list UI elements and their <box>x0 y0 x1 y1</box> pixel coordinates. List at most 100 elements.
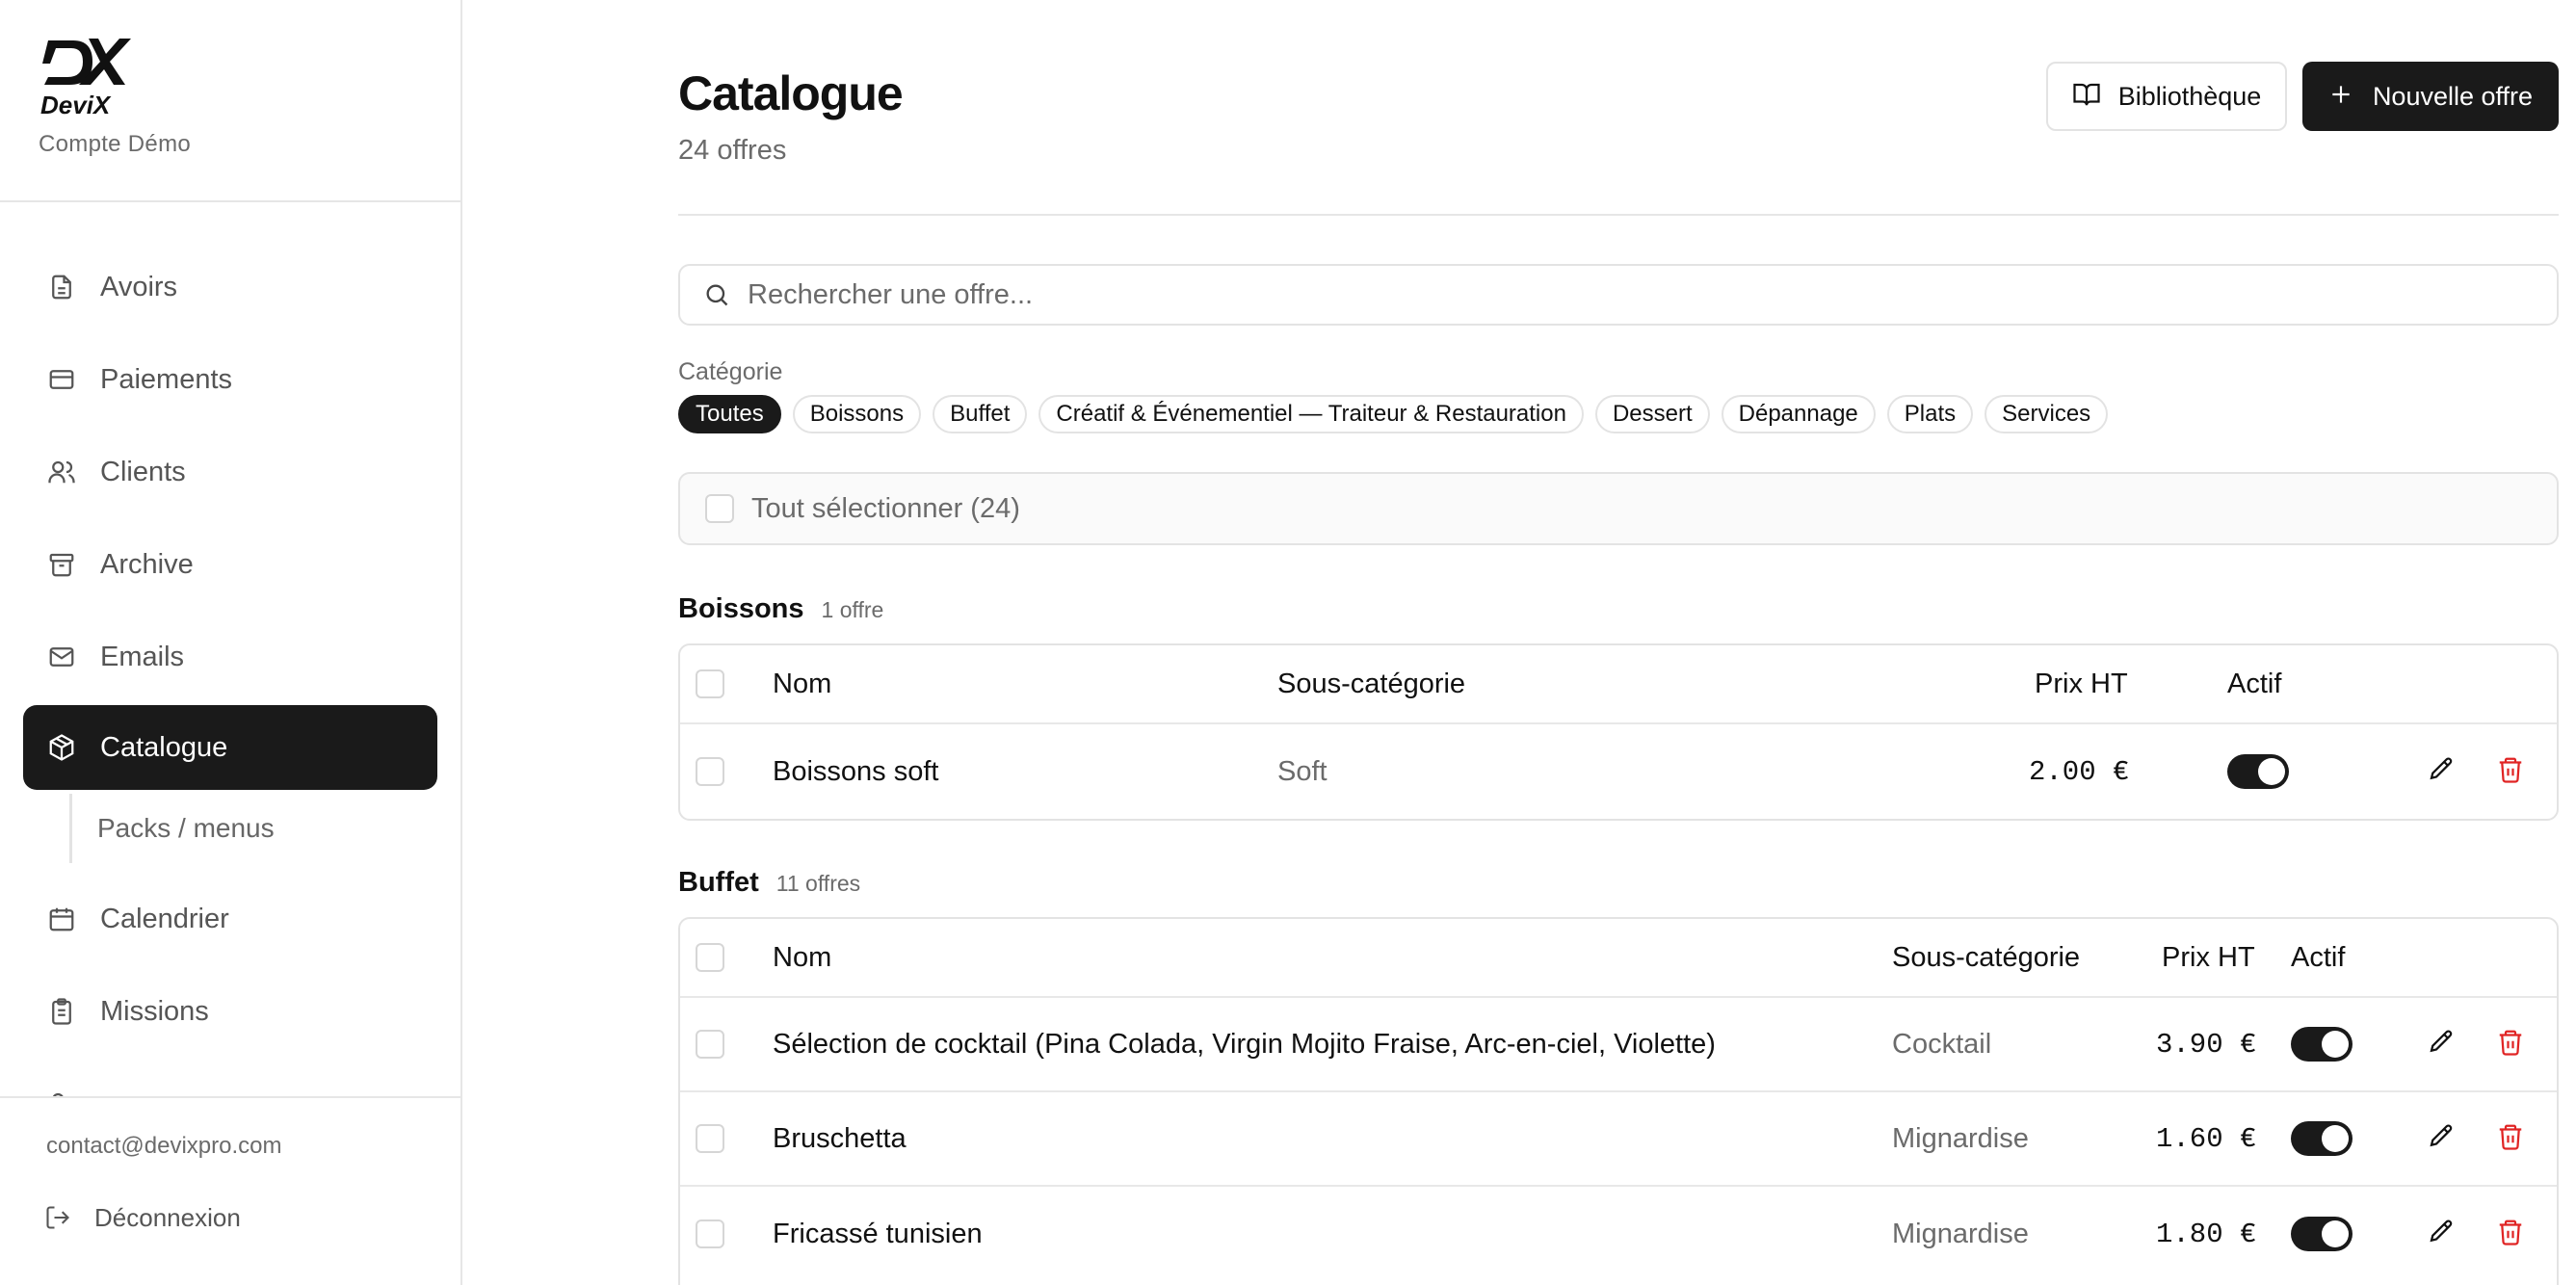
header-checkbox-cell <box>696 645 724 722</box>
table-row: Sélection de cocktail (Pina Colada, Virg… <box>680 998 2557 1092</box>
sidebar-item-avoirs[interactable]: Avoirs <box>23 245 437 329</box>
table-row: Boissons soft Soft 2.00 € <box>680 724 2557 819</box>
devix-logo[interactable]: DeviX <box>39 35 135 119</box>
sidebar-item-hidden-next[interactable] <box>23 1062 437 1096</box>
users-icon <box>44 1087 79 1096</box>
sidebar-item-paiements[interactable]: Paiements <box>23 337 437 422</box>
search-icon <box>701 279 732 310</box>
row-checkbox-cell <box>696 998 724 1090</box>
active-toggle[interactable] <box>2291 1217 2353 1251</box>
group-count: 11 offres <box>775 871 861 896</box>
delete-button[interactable] <box>2491 1025 2530 1063</box>
sidebar-nav: Avoirs Paiements Clients Archive Emails <box>0 202 460 1096</box>
chip-dessert[interactable]: Dessert <box>1594 395 1710 433</box>
table-row: Fricassé tunisien Mignardise 1.80 € <box>680 1187 2557 1281</box>
delete-cell <box>2491 998 2530 1090</box>
plus-icon <box>2328 82 2353 112</box>
delete-button[interactable] <box>2491 1215 2530 1253</box>
new-offer-button[interactable]: Nouvelle offre <box>2302 62 2559 131</box>
trash-icon <box>2496 1218 2525 1251</box>
sidebar-item-label: Catalogue <box>100 731 228 763</box>
column-header-price: Prix HT <box>2035 668 2128 699</box>
chip-creatif-evenementiel[interactable]: Créatif & Événementiel — Traiteur & Rest… <box>1038 395 1584 433</box>
delete-cell <box>2491 1092 2530 1185</box>
edit-button[interactable] <box>2422 752 2460 791</box>
chip-boissons[interactable]: Boissons <box>792 395 922 433</box>
row-checkbox[interactable] <box>696 1124 724 1153</box>
group-name: Buffet <box>678 867 759 898</box>
sidebar-item-calendrier[interactable]: Calendrier <box>23 877 437 961</box>
trash-icon <box>2496 1028 2525 1062</box>
sidebar-item-missions[interactable]: Missions <box>23 969 437 1054</box>
offer-price: 2.00 € <box>2029 755 2130 788</box>
search-input[interactable] <box>748 278 2482 311</box>
group-select-checkbox[interactable] <box>696 943 724 972</box>
divider <box>678 214 2559 216</box>
sidebar-subitem-packs-menus[interactable]: Packs / menus <box>69 794 435 863</box>
group-select-checkbox[interactable] <box>696 669 724 698</box>
chip-services[interactable]: Services <box>1985 395 2109 433</box>
offers-table-buffet: Nom Sous-catégorie Prix HT Actif Sélecti… <box>678 917 2559 1285</box>
clipboard-icon <box>44 994 79 1029</box>
group-header-buffet: Buffet 11 offres <box>678 867 860 899</box>
library-button-label: Bibliothèque <box>2117 81 2262 111</box>
group-count: 1 offre <box>821 597 884 622</box>
select-all-checkbox[interactable] <box>705 494 734 523</box>
offer-subcategory: Mignardise <box>1892 1122 2029 1154</box>
table-header-row: Nom Sous-catégorie Prix HT Actif <box>680 645 2557 724</box>
toggle-knob <box>2258 758 2285 785</box>
sidebar-item-catalogue[interactable]: Catalogue <box>23 705 437 790</box>
offer-name: Fricassé tunisien <box>773 1218 983 1249</box>
edit-button[interactable] <box>2422 1025 2460 1063</box>
category-chips: Toutes Boissons Buffet Créatif & Événeme… <box>678 395 2109 433</box>
active-cell <box>2291 998 2353 1090</box>
active-toggle[interactable] <box>2291 1121 2353 1156</box>
edit-button[interactable] <box>2422 1119 2460 1158</box>
library-button[interactable]: Bibliothèque <box>2046 62 2287 131</box>
trash-icon <box>2496 755 2525 789</box>
sidebar-item-hidden[interactable] <box>23 202 437 231</box>
active-toggle[interactable] <box>2291 1027 2353 1062</box>
table-row: Bruschetta Mignardise 1.60 € <box>680 1092 2557 1187</box>
chip-plats[interactable]: Plats <box>1886 395 1974 433</box>
archive-icon <box>44 547 79 582</box>
sidebar-item-label: Calendrier <box>100 903 229 934</box>
logout-button[interactable]: Déconnexion <box>42 1202 241 1233</box>
new-offer-button-label: Nouvelle offre <box>2372 81 2534 111</box>
sidebar-item-archive[interactable]: Archive <box>23 522 437 607</box>
search-bar <box>678 264 2559 326</box>
offer-name: Boissons soft <box>773 755 939 787</box>
toggle-knob <box>2322 1220 2349 1247</box>
delete-cell <box>2491 1187 2530 1281</box>
offer-price: 1.80 € <box>2156 1218 2257 1250</box>
row-checkbox-cell <box>696 724 724 819</box>
select-all-label: Tout sélectionner (24) <box>751 492 1020 524</box>
sidebar-item-clients[interactable]: Clients <box>23 430 437 514</box>
table-header-row: Nom Sous-catégorie Prix HT Actif <box>680 919 2557 998</box>
offer-name: Sélection de cocktail (Pina Colada, Virg… <box>773 1028 1716 1060</box>
column-header-price: Prix HT <box>2162 941 2255 973</box>
edit-cell <box>2422 1092 2460 1185</box>
logout-icon <box>42 1202 73 1233</box>
row-checkbox[interactable] <box>696 757 724 786</box>
edit-button[interactable] <box>2422 1215 2460 1253</box>
edit-cell <box>2422 1187 2460 1281</box>
credit-card-icon <box>44 362 79 397</box>
chip-toutes[interactable]: Toutes <box>678 395 781 433</box>
main-content: Catalogue 24 offres Bibliothèque Nouvell… <box>678 0 2559 1285</box>
column-header-subcategory: Sous-catégorie <box>1277 668 1466 699</box>
chip-buffet[interactable]: Buffet <box>933 395 1028 433</box>
page-title: Catalogue <box>678 66 904 120</box>
delete-button[interactable] <box>2491 1119 2530 1158</box>
sidebar-item-emails[interactable]: Emails <box>23 615 437 699</box>
sidebar-item-label: Archive <box>100 548 194 580</box>
delete-button[interactable] <box>2491 752 2530 791</box>
calendar-icon <box>44 902 79 936</box>
active-toggle[interactable] <box>2227 754 2289 789</box>
delete-cell <box>2491 724 2530 819</box>
sidebar-subitem-label: Packs / menus <box>97 813 275 843</box>
row-checkbox[interactable] <box>696 1030 724 1059</box>
row-checkbox[interactable] <box>696 1219 724 1248</box>
logout-label: Déconnexion <box>94 1202 241 1232</box>
chip-depannage[interactable]: Dépannage <box>1721 395 1876 433</box>
